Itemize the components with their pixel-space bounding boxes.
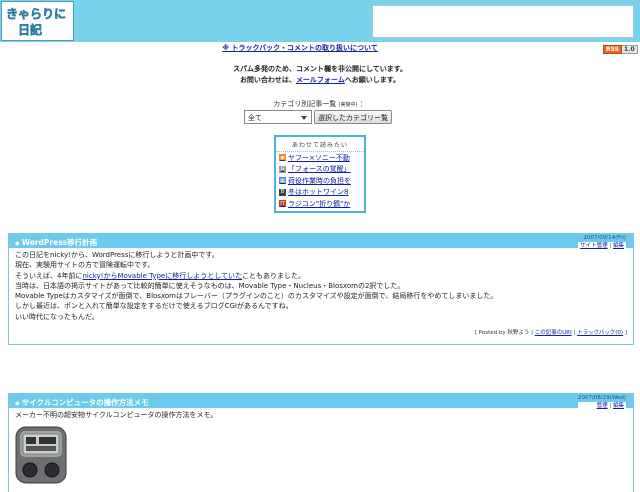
site-header: きゃらりに 日記 <box>0 0 640 42</box>
related-item-text: 荷役作業時の負担を <box>288 176 351 185</box>
rss-badge[interactable]: RSS 1.0 <box>603 45 638 54</box>
related-item[interactable]: IT ラジコン"折り鶴"か <box>276 198 364 210</box>
posted-by: [ Posted by 秋野よう | <box>474 330 535 337</box>
category-label-colon: ： <box>359 100 367 108</box>
related-title: あわせて読みたい <box>276 137 364 152</box>
blog-entry: サイクルコンピュータの操作方法メモ 2007/08/29(Wed) 管理 | 編… <box>8 393 634 492</box>
cycle-computer-image <box>15 426 67 484</box>
category-label: カテゴリ別記事一覧 (実験中) ： <box>0 99 640 109</box>
logo-image: きゃらりに 日記 <box>4 4 71 38</box>
category-label-note: (実験中) <box>338 102 358 108</box>
entry-admin-links: サイト管理 | 編集 <box>578 242 626 250</box>
header-ad-area <box>372 5 634 38</box>
entry-title[interactable]: WordPress移行計画 <box>15 237 97 248</box>
entry-title[interactable]: サイクルコンピュータの操作方法メモ <box>15 397 149 408</box>
entry-text-line: そういえば、4年前にnicky!からMovable Typeに移行しようとしてい… <box>15 271 627 281</box>
blog-entry: WordPress移行計画 2007/09/14(Fri) サイト管理 | 編集… <box>8 233 634 345</box>
notice-line2: お問い合わせは、メールフォームへお願いします。 <box>0 75 640 86</box>
category-select[interactable]: 全て <box>244 110 312 124</box>
trackback-link[interactable]: トラックバック(0) <box>577 330 623 336</box>
entry-header: サイクルコンピュータの操作方法メモ 2007/08/29(Wed) 管理 | 編… <box>9 394 633 410</box>
related-item[interactable]: G 「フォースの覚醒」 <box>276 164 364 176</box>
mail-form-link[interactable]: メールフォーム <box>296 76 345 84</box>
site-logo[interactable]: きゃらりに 日記 <box>1 1 74 41</box>
svg-text:きゃらりに: きゃらりに <box>6 7 66 21</box>
related-item-text: ラジコン"折り鶴"か <box>288 199 351 208</box>
entry-date: 2007/08/29(Wed) <box>578 395 626 401</box>
rss-icon: RSS <box>603 45 622 54</box>
category-form: 全て 選択したカテゴリー覧 <box>244 110 392 124</box>
trackback-policy-link[interactable]: ※ トラックバック・コメントの取り扱いについて <box>0 43 600 53</box>
entry-admin-links: 管理 | 編集 <box>578 402 626 410</box>
edit-link[interactable]: 編集 <box>613 403 624 409</box>
calendar-icon: ▦ <box>279 177 286 185</box>
entry-text-line: この日記をnicky!から、WordPressに移行しようと計画中です。 <box>15 251 219 259</box>
related-item-text: 「フォースの覚醒」 <box>288 165 351 174</box>
related-articles-widget: あわせて読みたい ◉ ヤフー×ソニー不動 G 「フォースの覚醒」 ▦ 荷役作業時の負担… <box>274 135 366 213</box>
entry-header: WordPress移行計画 2007/09/14(Fri) サイト管理 | 編集 <box>9 234 633 250</box>
notice-line2-prefix: お問い合わせは、 <box>239 76 296 84</box>
notice-line2-suffix: へお願いします。 <box>344 76 401 84</box>
entry-text-line: 現在、実験用サイトの方で冒険運転中です。 <box>15 261 155 270</box>
entry-date: 2007/09/14(Fri) <box>583 235 626 241</box>
related-item[interactable]: B 冬はホットワイン8 <box>276 187 364 199</box>
entry-text-fragment: こともありました。 <box>242 271 305 280</box>
rss-icon: ◉ <box>279 154 286 162</box>
entry-body: この日記をnicky!から、WordPressに移行しようと計画中です。 現在、… <box>9 248 633 324</box>
b-icon: B <box>279 188 286 196</box>
footer-bracket: ] <box>623 330 627 337</box>
entry-text-line: 当時は、日本語の掲示サイトがあって比較的簡単に使えそうなものは、Movable … <box>15 281 405 290</box>
entry-text-line: メーカー不明の超安物サイクルコンピュータの操作方法をメモ。 <box>15 411 218 419</box>
entry-text-line: いい時代になったもんだ。 <box>15 312 99 321</box>
related-item-text: 冬はホットワイン8 <box>288 188 349 197</box>
it-icon: IT <box>279 200 286 208</box>
category-label-text: カテゴリ別記事一覧 <box>273 100 337 108</box>
old-post-link[interactable]: nicky!からMovable Typeに移行しようとしていた <box>82 272 242 280</box>
related-item[interactable]: ▦ 荷役作業時の負担を <box>276 175 364 187</box>
entry-footer: [ Posted by 秋野よう | この記事のURI | トラックバック(0)… <box>9 324 633 342</box>
spam-notice: スパム多発のため、コメント欄を非公開にしています。 お問い合わせは、メールフォー… <box>0 64 640 86</box>
permalink-link[interactable]: この記事のURI <box>535 330 572 336</box>
entry-text-line: しかし最近は、ポンと入れて簡単な設定をするだけで使えるブログCGIがあるんですね… <box>15 302 293 311</box>
edit-link[interactable]: 編集 <box>613 243 624 249</box>
admin-link[interactable]: 管理 <box>597 403 608 409</box>
entry-date-box: 2007/09/14(Fri) サイト管理 | 編集 <box>578 234 626 250</box>
g-icon: G <box>279 165 286 173</box>
site-admin-link[interactable]: サイト管理 <box>580 243 608 249</box>
category-submit-button[interactable]: 選択したカテゴリー覧 <box>314 110 392 124</box>
notice-line1: スパム多発のため、コメント欄を非公開にしています。 <box>232 65 408 73</box>
related-item[interactable]: ◉ ヤフー×ソニー不動 <box>276 152 364 164</box>
entry-date-box: 2007/08/29(Wed) 管理 | 編集 <box>578 394 626 410</box>
svg-text:日記: 日記 <box>18 22 42 37</box>
related-item-text: ヤフー×ソニー不動 <box>288 153 350 162</box>
rss-version: 1.0 <box>622 45 638 54</box>
entry-text-line: Movable Typeはカスタマイズが面倒で、Blosxomはフレーバー（プラ… <box>15 292 498 301</box>
entry-body: メーカー不明の超安物サイクルコンピュータの操作方法をメモ。 <box>9 408 633 490</box>
entry-text-fragment: そういえば、4年前に <box>15 271 83 280</box>
